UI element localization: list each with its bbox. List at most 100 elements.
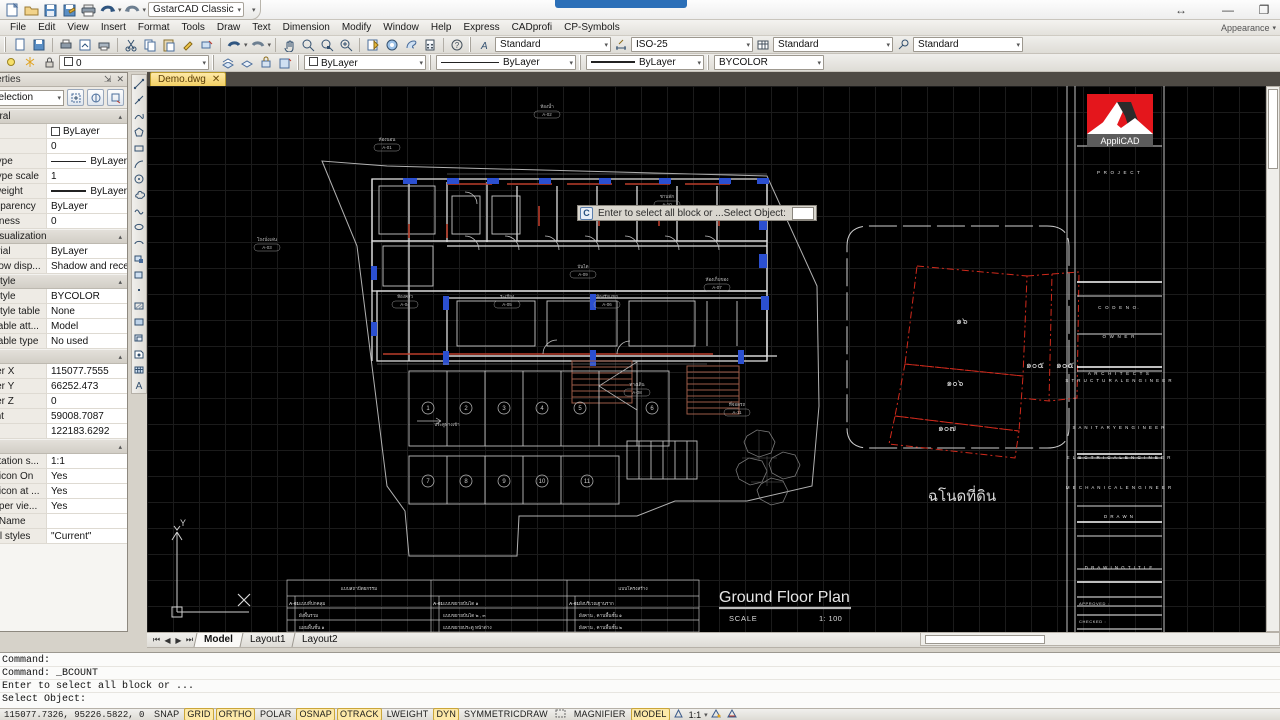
menu-insert[interactable]: Insert [95, 20, 132, 36]
command-prompt[interactable]: Select Object: [0, 693, 1280, 706]
property-row[interactable]: UCS icon at ...Yes [0, 484, 127, 499]
property-value[interactable]: None [47, 304, 127, 318]
status-toggle-polar[interactable]: POLAR [257, 709, 295, 720]
property-value[interactable]: BYCOLOR [47, 289, 127, 303]
hatch-icon[interactable] [132, 299, 146, 314]
spline-icon[interactable] [132, 204, 146, 219]
revision-cloud-icon[interactable] [132, 188, 146, 203]
menu-window[interactable]: Window [377, 20, 425, 36]
layer-combo[interactable]: 0 ▾ [59, 55, 209, 70]
new-file-icon[interactable] [4, 2, 21, 18]
collapse-icon[interactable]: ▴ [118, 443, 122, 451]
property-row[interactable]: UCS icon OnYes [0, 469, 127, 484]
annotation-auto-icon[interactable] [724, 708, 740, 720]
help-icon[interactable]: ? [448, 37, 466, 53]
property-row[interactable]: TransparencyByLayer [0, 199, 127, 214]
property-value[interactable]: Shadow and receive ... [47, 259, 127, 273]
plotstyle-combo[interactable]: BYCOLOR ▾ [714, 55, 824, 70]
plot-preview-icon[interactable] [76, 37, 94, 53]
dynamic-input-tooltip[interactable]: C Enter to select all block or ...Select… [577, 205, 817, 221]
dim-style-combo[interactable]: ISO-25 ▾ [631, 37, 754, 52]
status-toggle-otrack[interactable]: OTRACK [337, 708, 382, 720]
property-row[interactable]: Plot styleBYCOLOR [0, 289, 127, 304]
mleader-style-combo[interactable]: Standard ▾ [913, 37, 1024, 52]
toolbar-grip[interactable] [4, 37, 8, 52]
plot-icon[interactable] [95, 37, 113, 53]
menu-view[interactable]: View [61, 20, 95, 36]
layer-previous-icon[interactable] [219, 55, 237, 71]
layer-isolate-icon[interactable] [276, 55, 294, 71]
property-row[interactable]: Visual styles"Current" [0, 529, 127, 544]
document-tab-demo[interactable]: Demo.dwg ✕ [150, 72, 227, 86]
text-style-icon[interactable]: A [476, 37, 494, 53]
property-row[interactable]: LinetypeByLayer [0, 154, 127, 169]
property-row[interactable]: ColorByLayer [0, 124, 127, 139]
menu-file[interactable]: File [4, 20, 32, 36]
scrollbar-thumb[interactable] [925, 635, 1045, 644]
cut-icon[interactable] [122, 37, 140, 53]
point-icon[interactable] [132, 283, 146, 298]
property-value[interactable]: 0 [47, 214, 127, 228]
canvas-vertical-scrollbar[interactable] [1266, 86, 1280, 632]
toolbar-grip-end[interactable] [469, 37, 474, 52]
property-row[interactable]: Annotation s...1:1 [0, 454, 127, 469]
scrollbar-thumb[interactable] [1268, 89, 1278, 169]
property-group-plot-style[interactable]: Plot style ▴ [0, 274, 127, 289]
block-editor-icon[interactable] [198, 37, 216, 53]
property-value[interactable]: ByLayer [47, 124, 127, 138]
line-icon[interactable] [132, 77, 146, 92]
property-row[interactable]: Shadow disp...Shadow and receive ... [0, 259, 127, 274]
toolbar-grip[interactable] [297, 55, 301, 70]
text-icon[interactable]: A [132, 378, 146, 393]
close-icon[interactable]: ✕ [212, 74, 220, 85]
print-icon[interactable] [57, 37, 75, 53]
menu-edit[interactable]: Edit [32, 20, 61, 36]
property-value[interactable]: 115077.7555 [47, 364, 127, 378]
pan-icon[interactable] [280, 37, 298, 53]
lineweight-combo[interactable]: ByLayer ▾ [586, 55, 704, 70]
quick-select-button[interactable] [67, 89, 84, 106]
close-icon[interactable]: ✕ [116, 74, 124, 85]
pickadd-button[interactable] [107, 89, 124, 106]
menu-text[interactable]: Text [246, 20, 276, 36]
annotation-visibility-icon[interactable] [708, 708, 724, 720]
redo-dropdown-caret[interactable]: ▾ [268, 41, 272, 49]
undo-icon[interactable] [225, 37, 243, 53]
property-group-general[interactable]: General ▴ [0, 109, 127, 124]
toolbar-grip[interactable] [429, 55, 433, 70]
property-value[interactable]: ByLayer [47, 199, 127, 213]
select-objects-button[interactable] [87, 89, 104, 106]
gradient-icon[interactable] [132, 315, 146, 330]
menu-draw[interactable]: Draw [211, 20, 246, 36]
property-row[interactable]: Center X115077.7555 [0, 364, 127, 379]
coordinates-readout[interactable]: 115077.7326, 95226.5822, 0 [0, 710, 150, 720]
collapse-icon[interactable]: ▴ [118, 233, 122, 241]
layer-on-off-icon[interactable] [2, 55, 20, 71]
toolbar-grip[interactable] [212, 55, 216, 70]
window-resize-icon[interactable]: ↔ [1163, 0, 1199, 20]
wipeout-icon[interactable] [132, 346, 146, 361]
color-combo[interactable]: ByLayer ▾ [304, 55, 426, 70]
property-group-3d-visualization[interactable]: 3D Visualization ▴ [0, 229, 127, 244]
text-style-combo[interactable]: Standard ▾ [495, 37, 612, 52]
property-value[interactable]: 66252.473 [47, 379, 127, 393]
open-folder-icon[interactable] [23, 2, 40, 18]
toolbar-grip[interactable] [707, 55, 711, 70]
status-toggle-dyn[interactable]: DYN [433, 708, 460, 720]
mleader-style-icon[interactable] [894, 37, 912, 53]
appearance-label[interactable]: Appearance [1221, 23, 1270, 33]
toolbar-grip[interactable] [579, 55, 583, 70]
save-icon[interactable] [30, 37, 48, 53]
undo-icon[interactable] [99, 2, 116, 18]
property-row[interactable]: Plot table att...Model [0, 319, 127, 334]
tool-palettes-icon[interactable] [402, 37, 420, 53]
menu-dimension[interactable]: Dimension [277, 20, 336, 36]
property-value[interactable] [47, 514, 127, 528]
status-toggle-ortho[interactable]: ORTHO [215, 708, 255, 720]
zoom-in-icon[interactable] [337, 37, 355, 53]
menu-modify[interactable]: Modify [336, 20, 377, 36]
table-style-combo[interactable]: Standard ▾ [773, 37, 894, 52]
menu-cadprofi[interactable]: CADprofi [506, 20, 559, 36]
make-block-icon[interactable] [132, 267, 146, 282]
property-row[interactable]: Plot style tableNone [0, 304, 127, 319]
